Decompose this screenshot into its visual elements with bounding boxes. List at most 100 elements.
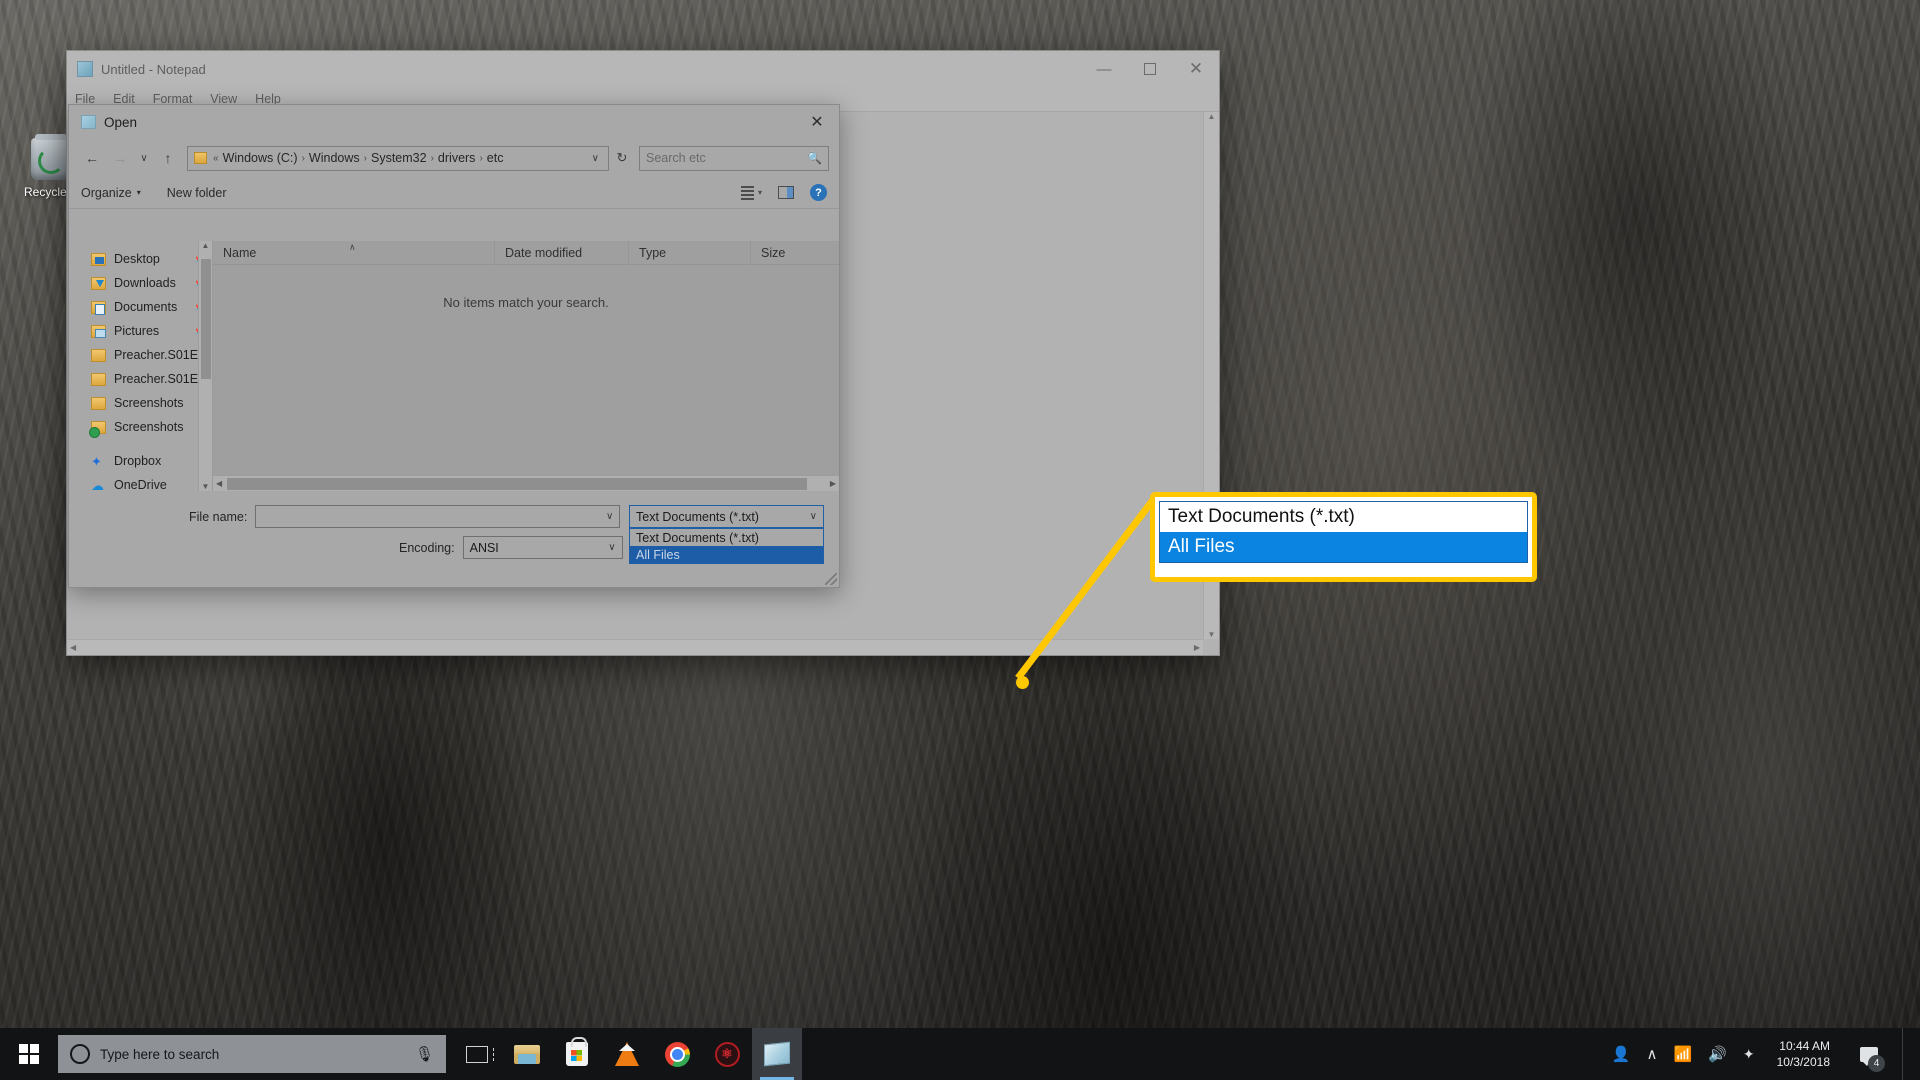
- scroll-up-arrow[interactable]: ▲: [1208, 112, 1216, 121]
- notepad-taskbar-icon: [764, 1041, 790, 1067]
- task-view-button[interactable]: [452, 1028, 502, 1080]
- microsoft-store-button[interactable]: [552, 1028, 602, 1080]
- help-icon[interactable]: ?: [810, 184, 827, 201]
- sidebar-item-label: Desktop: [114, 252, 160, 266]
- breadcrumb-item-3[interactable]: drivers: [438, 151, 476, 165]
- open-file-dialog[interactable]: Open ✕ ← → ∨ ↑ « Windows (C:) › Windows …: [68, 104, 840, 588]
- search-input[interactable]: Type here to search: [100, 1047, 405, 1062]
- file-type-filter-select[interactable]: Text Documents (*.txt) ∨: [629, 505, 824, 528]
- organize-button[interactable]: Organize ▾: [81, 186, 141, 200]
- encoding-label: Encoding:: [399, 540, 455, 555]
- sidebar-item-downloads[interactable]: Downloads 📌: [69, 271, 212, 295]
- column-header-date-modified[interactable]: Date modified: [495, 240, 629, 265]
- sidebar-item-label: OneDrive: [114, 478, 167, 491]
- show-desktop-button[interactable]: [1902, 1028, 1910, 1080]
- breadcrumb-item-2[interactable]: System32: [371, 151, 427, 165]
- navigation-pane[interactable]: Desktop 📌 Downloads 📌 Documents 📌 Pictur…: [69, 241, 213, 491]
- column-headers[interactable]: Name Date modified Type Size ∧: [213, 240, 839, 265]
- start-button[interactable]: [0, 1028, 58, 1080]
- sidebar-item-documents[interactable]: Documents 📌: [69, 295, 212, 319]
- address-bar[interactable]: « Windows (C:) › Windows › System32 › dr…: [187, 145, 609, 171]
- taskbar[interactable]: Type here to search 🎙 ⚛ 👤 ∧ 📶 🔊 ✦ 10:44 …: [0, 1028, 1920, 1080]
- refresh-icon[interactable]: ↻: [611, 150, 633, 166]
- sidebar-item-dropbox[interactable]: ✦ Dropbox: [69, 449, 212, 473]
- notepad-horizontal-scrollbar[interactable]: ◀ ▶: [67, 639, 1203, 655]
- breadcrumb-item-1[interactable]: Windows: [309, 151, 360, 165]
- scroll-down-arrow[interactable]: ▼: [202, 482, 210, 491]
- dropbox-tray-icon[interactable]: ✦: [1743, 1046, 1755, 1063]
- scroll-right-arrow[interactable]: ▶: [1194, 643, 1200, 652]
- resize-grip[interactable]: [825, 573, 837, 585]
- breadcrumb-separator: ›: [479, 152, 483, 164]
- chevron-down-icon[interactable]: ∨: [598, 511, 613, 522]
- notepad-taskbar-button[interactable]: [752, 1028, 802, 1080]
- file-explorer-button[interactable]: [502, 1028, 552, 1080]
- scroll-up-arrow[interactable]: ▲: [202, 241, 210, 250]
- taskbar-app-icons[interactable]: ⚛: [452, 1028, 802, 1080]
- view-options-button[interactable]: ▾: [740, 185, 762, 200]
- people-icon[interactable]: 👤: [1612, 1045, 1631, 1063]
- chevron-down-icon[interactable]: ∨: [802, 511, 817, 522]
- recording-app-button[interactable]: ⚛: [702, 1028, 752, 1080]
- scroll-left-arrow[interactable]: ◀: [70, 643, 76, 652]
- breadcrumb-item-4[interactable]: etc: [487, 151, 504, 165]
- scrollbar-thumb[interactable]: [227, 478, 807, 490]
- taskbar-search-box[interactable]: Type here to search 🎙: [58, 1035, 446, 1073]
- dialog-navigation-bar[interactable]: ← → ∨ ↑ « Windows (C:) › Windows › Syste…: [69, 139, 839, 177]
- recent-locations-button[interactable]: ∨: [135, 145, 153, 171]
- search-icon: 🔍: [807, 151, 822, 165]
- dialog-titlebar[interactable]: Open ✕: [69, 105, 839, 139]
- microphone-icon[interactable]: 🎙: [415, 1045, 434, 1063]
- maximize-button[interactable]: [1127, 51, 1173, 87]
- close-button[interactable]: ✕: [1173, 51, 1219, 87]
- system-tray[interactable]: 👤 ∧ 📶 🔊 ✦ 10:44 AM 10/3/2018 4: [1612, 1028, 1920, 1080]
- onedrive-icon: ☁: [91, 477, 104, 492]
- scroll-left-arrow[interactable]: ◀: [216, 479, 222, 488]
- vlc-button[interactable]: [602, 1028, 652, 1080]
- breadcrumb-overflow[interactable]: «: [213, 153, 219, 164]
- back-button[interactable]: ←: [79, 145, 105, 171]
- clock[interactable]: 10:44 AM 10/3/2018: [1771, 1038, 1836, 1070]
- wifi-icon[interactable]: 📶: [1674, 1045, 1693, 1063]
- filter-option-text-documents[interactable]: Text Documents (*.txt): [630, 529, 823, 546]
- scroll-down-arrow[interactable]: ▼: [1208, 630, 1216, 639]
- search-input[interactable]: Search etc: [646, 151, 807, 165]
- sidebar-item-onedrive[interactable]: ☁ OneDrive: [69, 473, 212, 491]
- file-list-horizontal-scrollbar[interactable]: ◀ ▶: [213, 475, 839, 491]
- column-header-size[interactable]: Size: [751, 241, 831, 265]
- file-list-pane[interactable]: Name Date modified Type Size ∧ No items …: [213, 240, 839, 491]
- preview-pane-button[interactable]: [778, 186, 794, 199]
- vlc-icon: [615, 1042, 639, 1066]
- folder-pictures-icon: [91, 324, 106, 338]
- new-folder-button[interactable]: New folder: [167, 186, 227, 200]
- sidebar-item-desktop[interactable]: Desktop 📌: [69, 247, 212, 271]
- chrome-button[interactable]: [652, 1028, 702, 1080]
- encoding-value: ANSI: [469, 540, 499, 555]
- sidebar-item-preacher-s01e03[interactable]: Preacher.S01E03: [69, 367, 212, 391]
- encoding-select[interactable]: ANSI ∨: [462, 536, 623, 559]
- breadcrumb-item-0[interactable]: Windows (C:): [223, 151, 298, 165]
- sidebar-item-screenshots-synced[interactable]: Screenshots: [69, 415, 212, 439]
- file-type-filter-dropdown[interactable]: Text Documents (*.txt) All Files: [629, 528, 824, 564]
- dialog-toolbar[interactable]: Organize ▾ New folder ▾ ?: [69, 177, 839, 209]
- chevron-up-icon[interactable]: ∧: [1647, 1045, 1658, 1063]
- search-box[interactable]: Search etc 🔍: [639, 145, 829, 171]
- sidebar-scrollbar[interactable]: ▲ ▼: [198, 241, 212, 491]
- google-chrome-icon: [664, 1041, 690, 1067]
- column-header-type[interactable]: Type: [629, 240, 751, 265]
- dialog-close-button[interactable]: ✕: [795, 105, 839, 139]
- notepad-titlebar[interactable]: Untitled - Notepad — ✕: [67, 51, 1219, 87]
- filter-option-all-files[interactable]: All Files: [630, 546, 823, 563]
- volume-icon[interactable]: 🔊: [1708, 1045, 1727, 1063]
- sidebar-item-screenshots[interactable]: Screenshots: [69, 391, 212, 415]
- file-name-input[interactable]: ∨: [255, 505, 621, 528]
- up-button[interactable]: ↑: [155, 145, 181, 171]
- scrollbar-thumb[interactable]: [201, 259, 211, 379]
- scroll-right-arrow[interactable]: ▶: [830, 479, 836, 488]
- action-center-button[interactable]: 4: [1852, 1028, 1886, 1080]
- chevron-down-icon[interactable]: ∨: [600, 542, 615, 553]
- sidebar-item-pictures[interactable]: Pictures 📌: [69, 319, 212, 343]
- chevron-down-icon[interactable]: ∨: [587, 153, 604, 164]
- minimize-button[interactable]: —: [1081, 51, 1127, 87]
- sidebar-item-preacher-s01e02[interactable]: Preacher.S01E02: [69, 343, 212, 367]
